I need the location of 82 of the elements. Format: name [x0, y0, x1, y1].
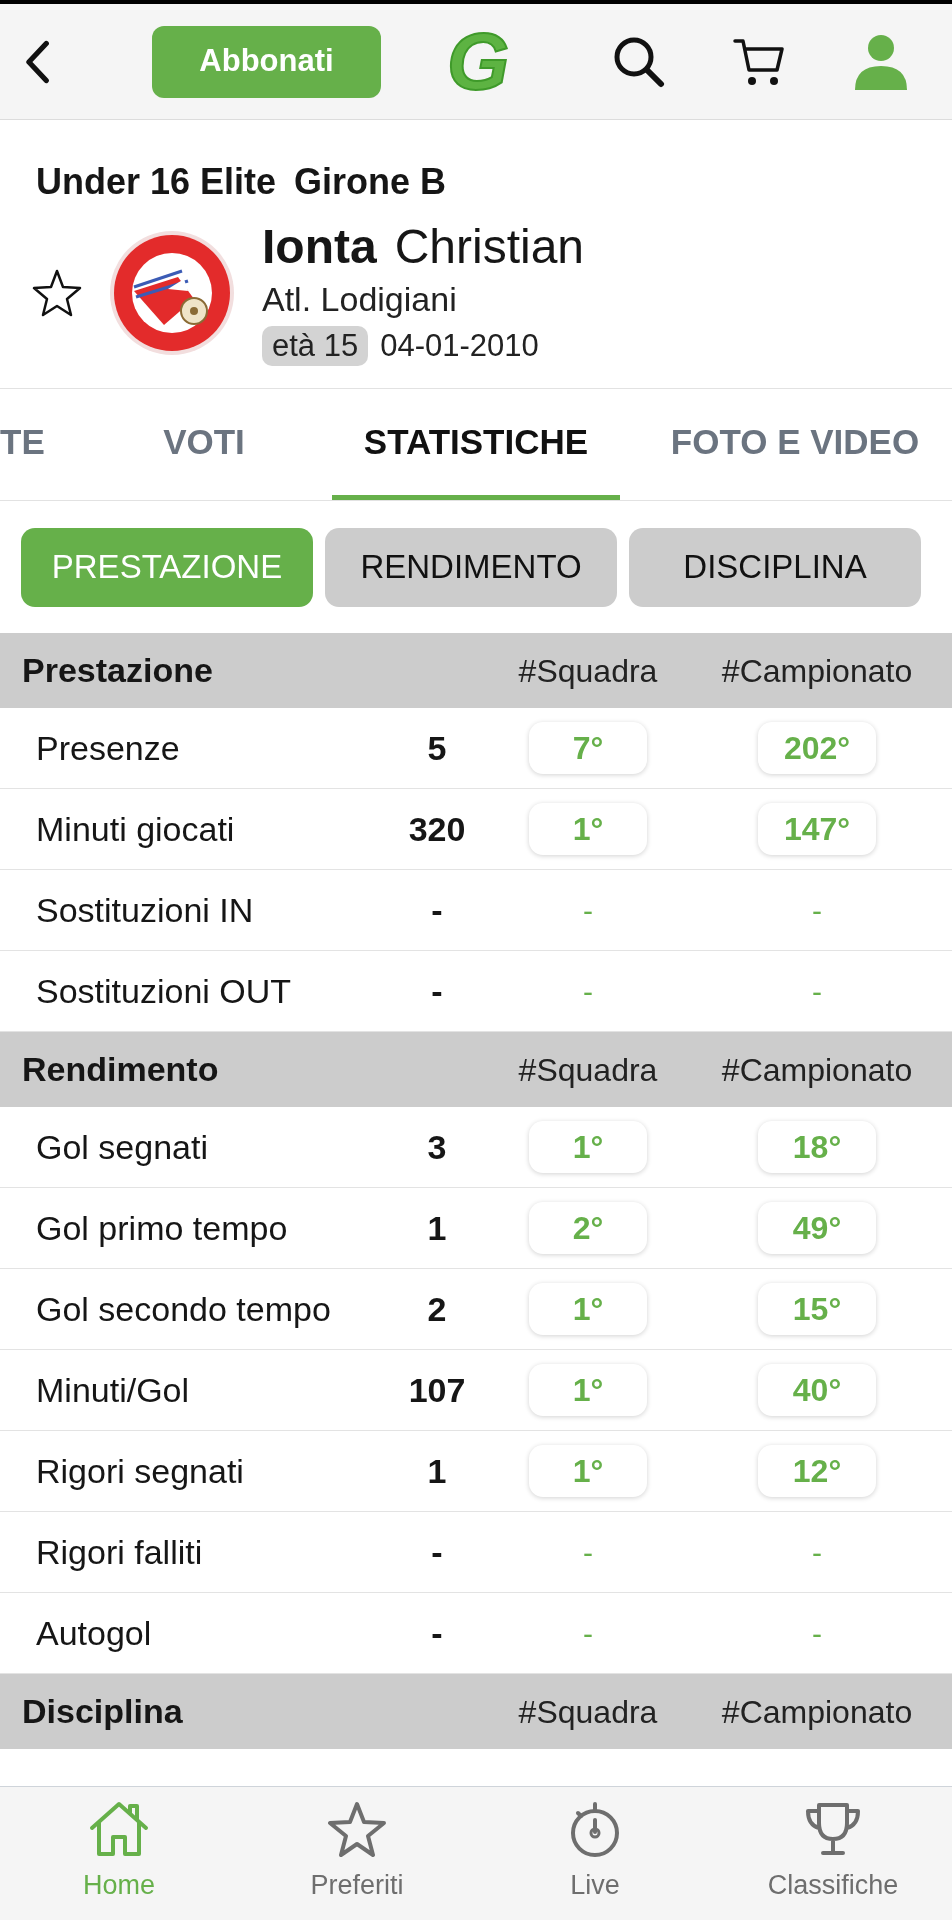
stat-value: 2	[427, 1288, 447, 1330]
rank-value: -	[812, 973, 822, 1010]
stat-label: Autogol	[36, 1612, 152, 1654]
section-title: Rendimento	[22, 1049, 219, 1090]
team-name: Atl. Lodigiani	[262, 279, 458, 320]
column-header: #Campionato	[721, 651, 913, 691]
rank-value: -	[812, 1615, 822, 1652]
rank-pill: 18°	[758, 1121, 876, 1173]
tab[interactable]: VOTI	[88, 389, 320, 500]
rank-pill: 12°	[758, 1445, 876, 1497]
nav-tab[interactable]: Preferiti	[238, 1787, 476, 1920]
nav-tab[interactable]: Live	[476, 1787, 714, 1920]
house-icon	[89, 1801, 149, 1858]
rank-pill: 1°	[529, 1445, 647, 1497]
back-icon[interactable]	[24, 39, 50, 84]
stat-label: Presenze	[36, 727, 180, 769]
rank-pill: 40°	[758, 1364, 876, 1416]
column-header: #Squadra	[518, 1692, 658, 1732]
crest-icon	[108, 229, 236, 357]
star-icon	[327, 1801, 387, 1858]
column-header: #Squadra	[518, 651, 658, 691]
stat-value: 1	[427, 1207, 447, 1249]
rank-pill: 7°	[529, 722, 647, 774]
rank-pill: 202°	[758, 722, 876, 774]
nav-tab[interactable]: Home	[0, 1787, 238, 1920]
stat-value: 320	[408, 808, 466, 850]
rank-pill: 49°	[758, 1202, 876, 1254]
column-header: #Campionato	[721, 1692, 913, 1732]
stat-label: Sostituzioni IN	[36, 889, 254, 931]
stat-value: 3	[427, 1126, 447, 1168]
stat-value: -	[431, 1612, 443, 1654]
rank-pill: 1°	[529, 803, 647, 855]
section-title: Disciplina	[22, 1691, 183, 1732]
section-title: Prestazione	[22, 650, 213, 691]
rank-value: -	[583, 892, 593, 929]
stat-label: Gol secondo tempo	[36, 1288, 331, 1330]
stat-value: 5	[427, 727, 447, 769]
stat-value: -	[431, 889, 443, 931]
tab[interactable]: FOTO E VIDEO	[638, 389, 952, 500]
player-surname: Ionta	[262, 220, 377, 274]
stat-label: Rigori segnati	[36, 1450, 244, 1492]
stat-value: 107	[408, 1369, 466, 1411]
competition-name: Under 16 Elite	[36, 160, 277, 204]
stat-value: -	[431, 970, 443, 1012]
group-name: Girone B	[294, 160, 447, 204]
filter-tab[interactable]: RENDIMENTO	[325, 527, 617, 607]
star-icon[interactable]	[32, 269, 82, 317]
column-header: #Squadra	[518, 1050, 658, 1090]
stat-value: -	[431, 1531, 443, 1573]
rank-pill: 147°	[758, 803, 876, 855]
rank-pill: 1°	[529, 1364, 647, 1416]
stat-label: Rigori falliti	[36, 1531, 203, 1573]
rank-pill: 15°	[758, 1283, 876, 1335]
nav-tab[interactable]: Classifiche	[714, 1787, 952, 1920]
column-header: #Campionato	[721, 1050, 913, 1090]
player-name: Christian	[394, 220, 585, 274]
stopwatch-icon	[569, 1801, 621, 1858]
stat-value: 1	[427, 1450, 447, 1492]
birth-date: 04-01-2010	[380, 327, 539, 365]
stat-label: Sostituzioni OUT	[36, 970, 292, 1012]
rank-pill: 1°	[529, 1121, 647, 1173]
stat-label: Minuti giocati	[36, 808, 235, 850]
rank-value: -	[583, 1534, 593, 1571]
stat-label: Gol segnati	[36, 1126, 208, 1168]
filter-tab[interactable]: DISCIPLINA	[629, 527, 921, 607]
stat-label: Gol primo tempo	[36, 1207, 288, 1249]
app-logo[interactable]: G	[447, 21, 511, 102]
subscribe-button[interactable]: Abbonati	[152, 25, 381, 98]
age-tag: età 15	[262, 326, 369, 366]
rank-value: -	[583, 1615, 593, 1652]
cart-icon[interactable]	[733, 36, 785, 87]
search-icon[interactable]	[613, 35, 665, 88]
rank-value: -	[812, 1534, 822, 1571]
rank-pill: 2°	[529, 1202, 647, 1254]
tab[interactable]: STATISTICHE	[332, 389, 620, 500]
rank-value: -	[583, 973, 593, 1010]
stat-label: Minuti/Gol	[36, 1369, 190, 1411]
rank-value: -	[812, 892, 822, 929]
filter-tab[interactable]: PRESTAZIONE	[21, 527, 313, 607]
trophy-icon	[803, 1801, 863, 1858]
rank-pill: 1°	[529, 1283, 647, 1335]
tab[interactable]: TE	[0, 389, 88, 500]
